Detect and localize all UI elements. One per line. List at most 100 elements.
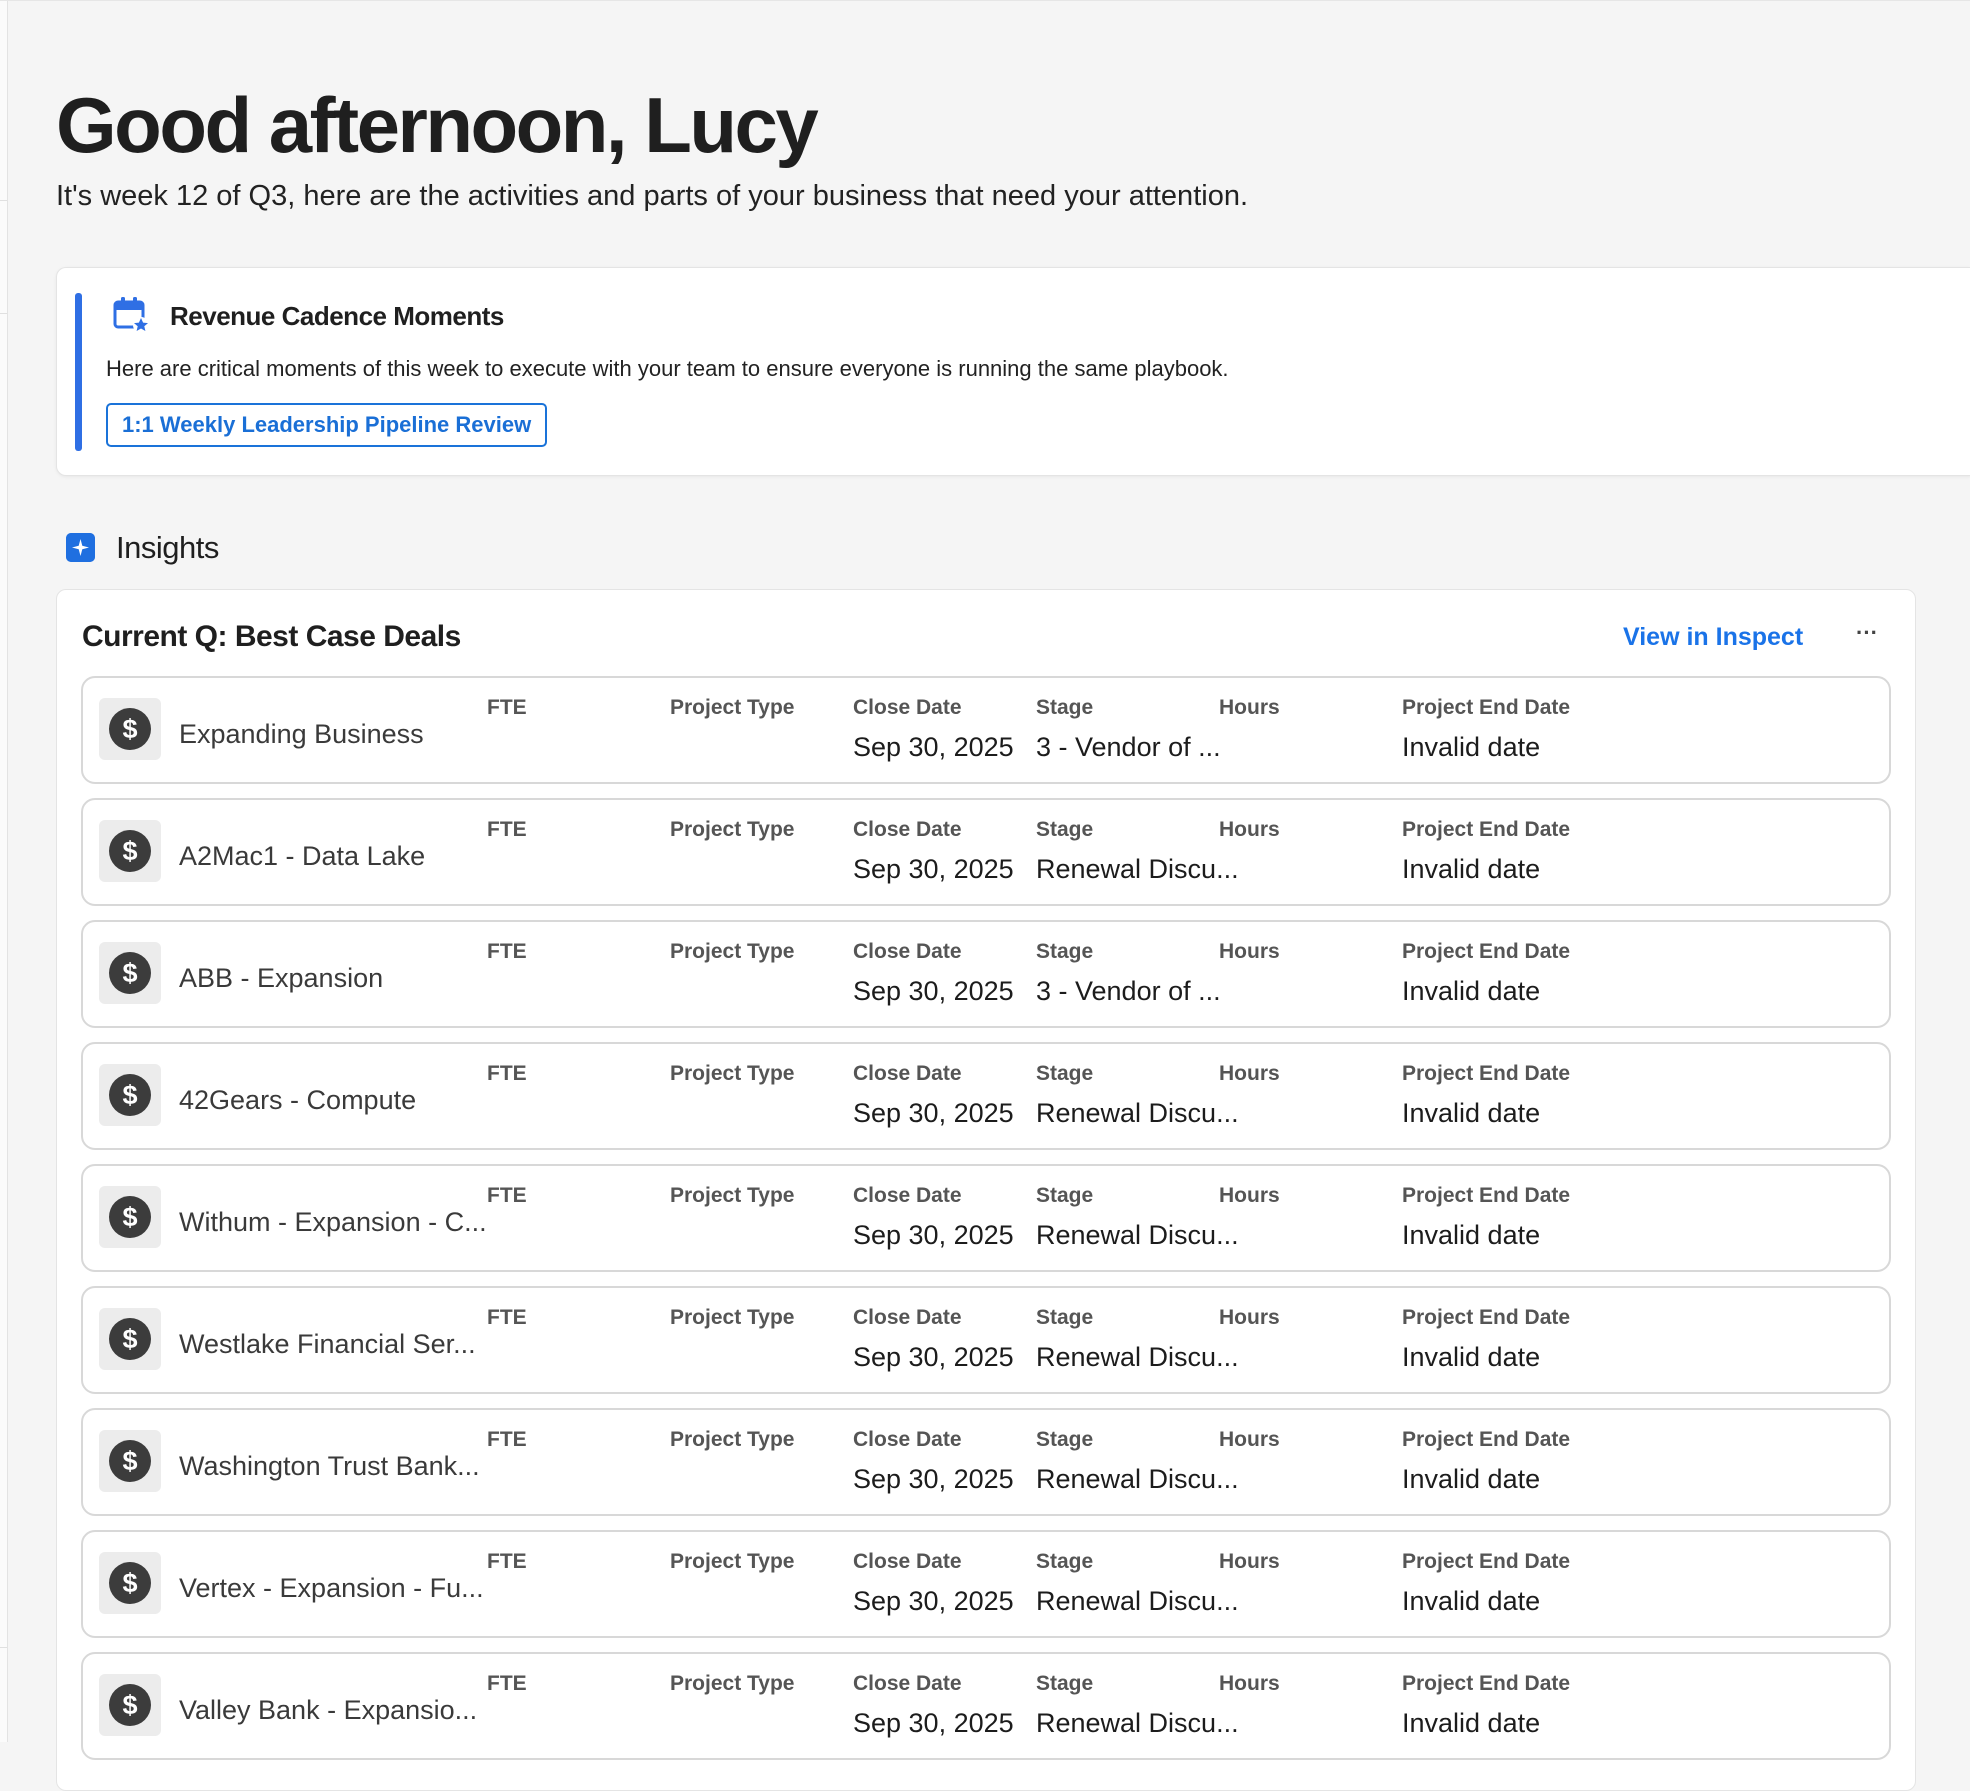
column-label-project-end-date: Project End Date [1402,1062,1571,1085]
column-label-close-date: Close Date [853,940,962,963]
column-label-project-end-date: Project End Date [1402,818,1571,841]
dollar-icon-glyph: $ [109,830,151,872]
column-value-close-date: Sep 30, 2025 [853,1098,1014,1128]
more-options-icon[interactable]: ··· [1849,620,1885,645]
column-label-close-date: Close Date [853,1428,962,1451]
column-label-stage: Stage [1036,1672,1094,1695]
column-value-stage: Renewal Discu... [1036,1098,1239,1128]
column-value-close-date: Sep 30, 2025 [853,732,1014,762]
column-label-project-type: Project Type [670,1306,795,1329]
dollar-icon: $ [99,698,161,760]
dollar-icon: $ [99,1064,161,1126]
deal-name: Washington Trust Bank... [179,1451,480,1481]
deal-row[interactable]: $ Vertex - Expansion - Fu... FTE Project Ty… [81,1530,1891,1638]
column-label-stage: Stage [1036,1062,1094,1085]
calendar-star-icon [113,297,149,333]
deal-name: 42Gears - Compute [179,1085,417,1115]
column-label-stage: Stage [1036,696,1094,719]
dollar-icon-glyph: $ [109,708,151,750]
column-label-stage: Stage [1036,1550,1094,1573]
column-label-project-type: Project Type [670,940,795,963]
sparkle-icon [66,533,95,562]
pipeline-review-button[interactable]: 1:1 Weekly Leadership Pipeline Review [106,403,548,447]
column-label-hours: Hours [1219,1306,1280,1329]
deal-name: Valley Bank - Expansio... [179,1695,478,1725]
column-label-project-type: Project Type [670,696,795,719]
deal-name: Withum - Expansion - C... [179,1207,487,1237]
column-label-fte: FTE [487,696,527,719]
column-label-hours: Hours [1219,1428,1280,1451]
dollar-icon-glyph: $ [109,1440,151,1482]
cadence-accent-bar [75,293,82,451]
sidebar-divider [0,1647,7,1648]
column-label-fte: FTE [487,1672,527,1695]
page-title: Good afternoon, Lucy [56,81,819,169]
deal-row[interactable]: $ A2Mac1 - Data Lake FTE Project Type Close … [81,798,1891,906]
column-label-project-type: Project Type [670,818,795,841]
column-label-hours: Hours [1219,1184,1280,1207]
column-value-close-date: Sep 30, 2025 [853,1220,1014,1250]
dollar-icon-glyph: $ [109,1074,151,1116]
column-value-stage: 3 - Vendor of ... [1036,976,1221,1006]
dollar-icon-glyph: $ [109,1196,151,1238]
column-label-close-date: Close Date [853,1062,962,1085]
deal-row[interactable]: $ Valley Bank - Expansio... FTE Project Typ… [81,1652,1891,1760]
top-edge [0,0,1970,1]
column-label-close-date: Close Date [853,1306,962,1329]
column-value-stage: Renewal Discu... [1036,1342,1239,1372]
column-label-stage: Stage [1036,1184,1094,1207]
column-label-fte: FTE [487,1062,527,1085]
column-label-fte: FTE [487,818,527,841]
column-label-project-end-date: Project End Date [1402,1672,1571,1695]
deal-row[interactable]: $ ABB - Expansion FTE Project Type Close Dat… [81,920,1891,1028]
column-label-project-end-date: Project End Date [1402,1306,1571,1329]
column-label-project-type: Project Type [670,1428,795,1451]
column-value-project-end-date: Invalid date [1402,1098,1541,1128]
column-label-project-type: Project Type [670,1672,795,1695]
column-value-close-date: Sep 30, 2025 [853,1342,1014,1372]
deal-name: Vertex - Expansion - Fu... [179,1573,484,1603]
deal-row[interactable]: $42Gears - Compute FTE Project Type Close D… [81,1042,1891,1150]
deal-row[interactable]: $ Withum - Expansion - C... FTE Project Typ… [81,1164,1891,1272]
insights-heading: Insights [116,530,219,565]
column-value-project-end-date: Invalid date [1402,976,1541,1006]
column-value-project-end-date: Invalid date [1402,1586,1541,1616]
column-label-hours: Hours [1219,1672,1280,1695]
column-label-project-type: Project Type [670,1062,795,1085]
deal-row[interactable]: $ Washington Trust Bank... FTE Project Type… [81,1408,1891,1516]
column-value-close-date: Sep 30, 2025 [853,1708,1014,1738]
column-label-close-date: Close Date [853,818,962,841]
sidebar-divider [0,200,7,201]
column-label-close-date: Close Date [853,696,962,719]
column-label-hours: Hours [1219,696,1280,719]
column-value-close-date: Sep 30, 2025 [853,854,1014,884]
revenue-cadence-card: Revenue Cadence Moments Here are critica… [56,267,1970,476]
dollar-icon-glyph: $ [109,1562,151,1604]
column-value-stage: Renewal Discu... [1036,1586,1239,1616]
sidebar-divider [0,313,7,314]
deal-row[interactable]: $ Expanding Business FTE Project Type Close … [81,676,1891,784]
deal-name: ABB - Expansion [179,963,384,993]
column-value-stage: Renewal Discu... [1036,1220,1239,1250]
column-value-stage: Renewal Discu... [1036,1464,1239,1494]
column-value-close-date: Sep 30, 2025 [853,1586,1014,1616]
column-label-project-type: Project Type [670,1184,795,1207]
deal-name: Expanding Business [179,719,424,749]
best-case-deals-card: Current Q: Best Case Deals View in Inspe… [56,589,1916,1791]
deals-card-title: Current Q: Best Case Deals [82,620,461,653]
column-label-stage: Stage [1036,818,1094,841]
deal-row[interactable]: $ Westlake Financial Ser... FTE Project Typ… [81,1286,1891,1394]
view-in-inspect-link[interactable]: View in Inspect [1623,623,1803,652]
column-value-project-end-date: Invalid date [1402,854,1541,884]
column-value-project-end-date: Invalid date [1402,1342,1541,1372]
column-value-project-end-date: Invalid date [1402,1464,1541,1494]
column-label-hours: Hours [1219,1062,1280,1085]
column-label-stage: Stage [1036,1428,1094,1451]
cadence-title: Revenue Cadence Moments [170,301,504,331]
column-label-close-date: Close Date [853,1672,962,1695]
dollar-icon: $ [99,1552,161,1614]
cadence-description: Here are critical moments of this week t… [106,356,1229,381]
column-label-fte: FTE [487,1428,527,1451]
column-label-project-end-date: Project End Date [1402,940,1571,963]
dollar-icon: $ [99,942,161,1004]
